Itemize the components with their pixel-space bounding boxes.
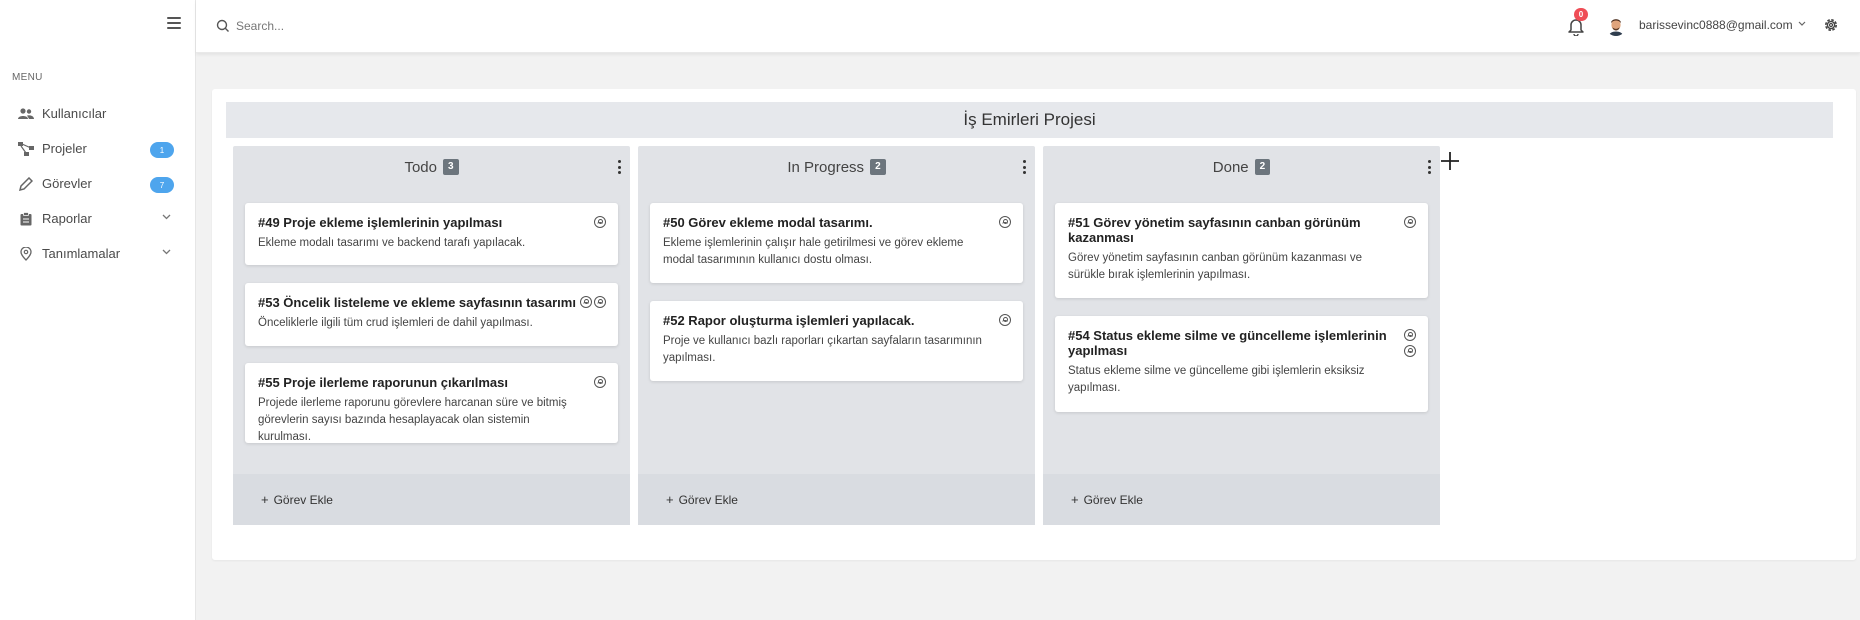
task-title: #55 Proje ilerleme raporunun çıkarılması (258, 375, 509, 390)
pencil-icon (18, 176, 34, 192)
sidebar-item-projeler[interactable]: Projeler 1 (0, 131, 196, 166)
topbar: 0 barissevinc0888@gmail.com (196, 0, 1860, 53)
clipboard-icon (18, 211, 34, 227)
column-count-badge: 3 (442, 159, 459, 175)
task-assignees (594, 376, 606, 388)
user-circle-icon[interactable] (1404, 216, 1416, 228)
task-card[interactable]: #55 Proje ilerleme raporunun çıkarılması… (245, 363, 618, 443)
board-column-todo: Todo 3 #49 Proje ekleme işlemlerinin yap… (233, 146, 630, 525)
task-assignees (999, 314, 1011, 326)
task-card[interactable]: #51 Görev yönetim sayfasının canban görü… (1055, 203, 1428, 298)
count-badge: 1 (150, 142, 174, 158)
add-task-label: Görev Ekle (1083, 492, 1143, 507)
board-column-in-progress: In Progress 2 #50 Görev ekleme modal tas… (638, 146, 1035, 525)
user-circle-icon[interactable] (999, 216, 1011, 228)
task-title: #49 Proje ekleme işlemlerinin yapılması (258, 215, 503, 230)
column-title: Todo (404, 158, 437, 176)
column-title: In Progress (787, 158, 865, 176)
sidebar-item-gorevler[interactable]: Görevler 7 (0, 166, 196, 201)
task-assignees (1404, 329, 1416, 357)
search-input[interactable] (236, 16, 536, 36)
add-task-label: Görev Ekle (678, 492, 738, 507)
user-circle-icon[interactable] (1404, 329, 1416, 341)
task-assignees (594, 216, 606, 228)
count-badge: 7 (150, 177, 174, 193)
task-description: Görev yönetim sayfasının canban görünüm … (1068, 252, 1363, 281)
column-header: Done 2 (1043, 146, 1440, 188)
sidebar-item-tanimlamalar[interactable]: Tanımlamalar (0, 236, 196, 271)
column-title: Done (1212, 158, 1249, 176)
task-card[interactable]: #54 Status ekleme silme ve güncelleme iş… (1055, 316, 1428, 412)
task-card[interactable]: #50 Görev ekleme modal tasarımı. Ekleme … (650, 203, 1023, 283)
task-description: Status ekleme silme ve güncelleme gibi i… (1068, 365, 1365, 394)
user-circle-icon[interactable] (580, 296, 592, 308)
add-column-plus-icon[interactable] (1439, 150, 1461, 172)
task-description: Önceliklerle ilgili tüm crud işlemleri d… (258, 317, 533, 329)
project-tree-icon (18, 141, 34, 157)
kebab-menu-icon[interactable] (1428, 160, 1432, 174)
sidebar-item-label: Projeler (42, 141, 87, 156)
add-task-label: Görev Ekle (273, 492, 333, 507)
task-title: #52 Rapor oluşturma işlemleri yapılacak. (663, 313, 915, 328)
plus-icon: + (1071, 492, 1079, 507)
task-title: #51 Görev yönetim sayfasının canban görü… (1068, 215, 1361, 245)
user-circle-icon[interactable] (1404, 345, 1416, 357)
task-assignees (999, 216, 1011, 228)
notification-badge: 0 (1574, 8, 1588, 21)
user-circle-icon[interactable] (594, 376, 606, 388)
task-assignees (1404, 216, 1416, 228)
user-email[interactable]: barissevinc0888@gmail.com (1639, 18, 1793, 32)
task-card[interactable]: #53 Öncelik listeleme ve ekleme sayfasın… (245, 283, 618, 346)
chevron-down-icon[interactable] (1798, 19, 1806, 29)
column-count-badge: 2 (1254, 159, 1271, 175)
search-icon (216, 19, 230, 33)
add-task-button[interactable]: + Görev Ekle (638, 474, 1035, 525)
sidebar-nav: Kullanıcılar Projeler 1 Görevler 7 Rapor… (0, 96, 196, 271)
task-description: Proje ve kullanıcı bazlı raporları çıkar… (663, 335, 982, 364)
sidebar-item-label: Tanımlamalar (42, 246, 121, 261)
user-circle-icon[interactable] (594, 216, 606, 228)
plus-icon: + (666, 492, 674, 507)
add-task-button[interactable]: + Görev Ekle (233, 474, 630, 525)
column-header: In Progress 2 (638, 146, 1035, 188)
kebab-menu-icon[interactable] (618, 160, 622, 174)
sidebar-item-label: Kullanıcılar (42, 106, 107, 121)
column-header: Todo 3 (233, 146, 630, 188)
sidebar-item-kullanicilar[interactable]: Kullanıcılar (0, 96, 196, 131)
chevron-down-icon (162, 247, 171, 258)
chevron-down-icon (162, 212, 171, 223)
sidebar-item-raporlar[interactable]: Raporlar (0, 201, 196, 236)
avatar[interactable] (1606, 16, 1626, 36)
task-title: #50 Görev ekleme modal tasarımı. (663, 215, 873, 230)
kebab-menu-icon[interactable] (1023, 160, 1027, 174)
hamburger-menu-icon[interactable] (167, 17, 181, 29)
task-assignees (580, 296, 606, 308)
add-task-button[interactable]: + Görev Ekle (1043, 474, 1440, 525)
task-description: Projede ilerleme raporunu görevlere harc… (258, 397, 567, 443)
task-card[interactable]: #52 Rapor oluşturma işlemleri yapılacak.… (650, 301, 1023, 381)
user-circle-icon[interactable] (999, 314, 1011, 326)
plus-icon: + (261, 492, 269, 507)
project-title: İş Emirleri Projesi (226, 102, 1833, 138)
board-column-done: Done 2 #51 Görev yönetim sayfasının canb… (1043, 146, 1440, 525)
task-description: Ekleme modalı tasarımı ve backend tarafı… (258, 237, 526, 249)
sidebar-item-label: Raporlar (42, 211, 92, 226)
column-count-badge: 2 (870, 159, 886, 175)
task-description: Ekleme işlemlerinin çalışır hale getiril… (663, 237, 964, 266)
sidebar-item-label: Görevler (42, 176, 92, 191)
gear-icon[interactable] (1823, 17, 1839, 33)
location-pin-icon (18, 246, 34, 262)
users-icon (18, 106, 34, 122)
user-circle-icon[interactable] (594, 296, 606, 308)
task-title: #54 Status ekleme silme ve güncelleme iş… (1068, 328, 1387, 358)
task-title: #53 Öncelik listeleme ve ekleme sayfasın… (258, 295, 576, 310)
sidebar: MENU Kullanıcılar Projeler 1 Görevler 7 (0, 0, 196, 620)
task-card[interactable]: #49 Proje ekleme işlemlerinin yapılması … (245, 203, 618, 265)
menu-title: MENU (12, 72, 43, 83)
